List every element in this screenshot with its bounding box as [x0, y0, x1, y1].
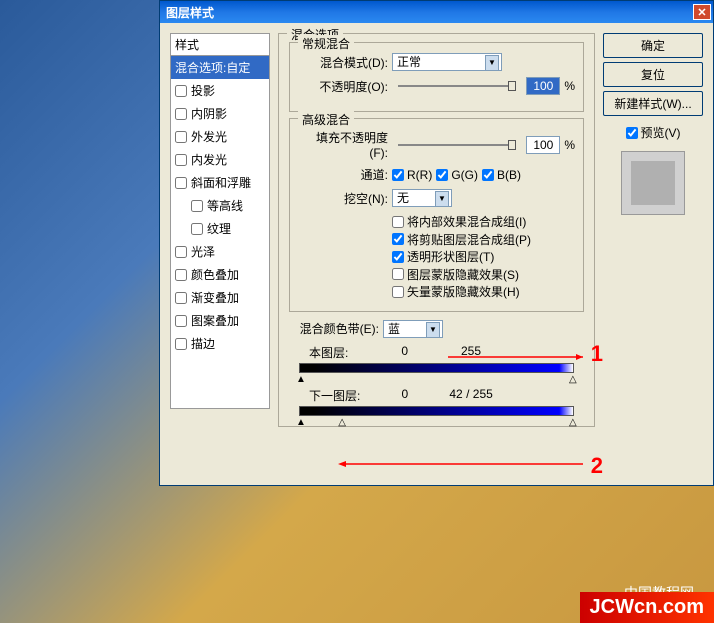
channel-g-checkbox[interactable]: G(G)	[436, 168, 478, 182]
opacity-input[interactable]: 100	[526, 77, 560, 95]
fill-opacity-slider[interactable]	[398, 144, 516, 146]
transparency-shapes-checkbox[interactable]: 透明形状图层(T)	[392, 248, 494, 265]
under-layer-split-marker[interactable]: △	[338, 417, 346, 425]
knockout-label: 挖空(N):	[298, 190, 388, 207]
under-layer-white-marker[interactable]: △	[569, 417, 577, 425]
buttons-column: 确定 复位 新建样式(W)... 预览(V)	[603, 33, 703, 475]
layer-mask-hide-checkbox[interactable]: 图层蒙版隐藏效果(S)	[392, 266, 519, 283]
style-stroke[interactable]: 描边	[171, 332, 269, 355]
blend-if-label: 混合颜色带(E):	[289, 320, 379, 337]
style-blending-options[interactable]: 混合选项:自定	[171, 56, 269, 79]
dialog-title: 图层样式	[166, 4, 214, 21]
style-texture[interactable]: 纹理	[171, 217, 269, 240]
layer-style-dialog: 图层样式 ✕ 样式 混合选项:自定 投影 内阴影 外发光 内发光 斜面和浮雕 等…	[159, 0, 714, 486]
opacity-label: 不透明度(O):	[298, 78, 388, 95]
inner-glow-checkbox[interactable]	[175, 154, 187, 166]
fill-opacity-label: 填充不透明度(F):	[298, 129, 388, 160]
title-bar[interactable]: 图层样式 ✕	[160, 1, 713, 23]
opacity-unit: %	[564, 79, 575, 93]
pattern-overlay-checkbox[interactable]	[175, 315, 187, 327]
outer-glow-checkbox[interactable]	[175, 131, 187, 143]
preview-checkbox[interactable]: 预览(V)	[603, 124, 703, 141]
under-layer-gradient[interactable]: ▲ △ △	[299, 406, 574, 416]
inner-shadow-checkbox[interactable]	[175, 108, 187, 120]
style-color-overlay[interactable]: 颜色叠加	[171, 263, 269, 286]
clipped-layers-checkbox[interactable]: 将剪贴图层混合成组(P)	[392, 231, 531, 248]
close-button[interactable]: ✕	[693, 4, 711, 20]
styles-header: 样式	[170, 33, 270, 55]
style-inner-shadow[interactable]: 内阴影	[171, 102, 269, 125]
options-column: 混合选项 常规混合 混合模式(D): 正常 不透明度(O): 100 %	[278, 33, 595, 475]
styles-list: 混合选项:自定 投影 内阴影 外发光 内发光 斜面和浮雕 等高线 纹理 光泽 颜…	[170, 55, 270, 409]
style-bevel-emboss[interactable]: 斜面和浮雕	[171, 171, 269, 194]
this-layer-white-marker[interactable]: △	[569, 374, 577, 382]
satin-checkbox[interactable]	[175, 246, 187, 258]
interior-effects-checkbox[interactable]: 将内部效果混合成组(I)	[392, 213, 526, 230]
general-blending-label: 常规混合	[298, 35, 354, 52]
channel-label: 通道:	[298, 166, 388, 183]
this-layer-label: 本图层:	[309, 344, 348, 361]
style-gradient-overlay[interactable]: 渐变叠加	[171, 286, 269, 309]
this-layer-high: 255	[461, 344, 481, 361]
contour-checkbox[interactable]	[191, 200, 203, 212]
channel-r-checkbox[interactable]: R(R)	[392, 168, 432, 182]
ok-button[interactable]: 确定	[603, 33, 703, 58]
under-layer-low: 0	[402, 387, 409, 404]
reset-button[interactable]: 复位	[603, 62, 703, 87]
annotation-2: 2	[591, 453, 603, 479]
opacity-slider[interactable]	[398, 85, 516, 87]
style-contour[interactable]: 等高线	[171, 194, 269, 217]
texture-checkbox[interactable]	[191, 223, 203, 235]
blend-mode-select[interactable]: 正常	[392, 53, 502, 71]
stroke-checkbox[interactable]	[175, 338, 187, 350]
style-satin[interactable]: 光泽	[171, 240, 269, 263]
blend-if-channel-select[interactable]: 蓝	[383, 320, 443, 338]
knockout-select[interactable]: 无	[392, 189, 452, 207]
watermark-logo: JCWcn.com	[580, 592, 714, 623]
drop-shadow-checkbox[interactable]	[175, 85, 187, 97]
style-outer-glow[interactable]: 外发光	[171, 125, 269, 148]
this-layer-gradient[interactable]: ▲ △	[299, 363, 574, 373]
bevel-emboss-checkbox[interactable]	[175, 177, 187, 189]
channel-b-checkbox[interactable]: B(B)	[482, 168, 521, 182]
vector-mask-hide-checkbox[interactable]: 矢量蒙版隐藏效果(H)	[392, 283, 520, 300]
under-layer-label: 下一图层:	[309, 387, 360, 404]
blend-mode-label: 混合模式(D):	[298, 54, 388, 71]
fill-opacity-input[interactable]: 100	[526, 136, 560, 154]
style-drop-shadow[interactable]: 投影	[171, 79, 269, 102]
gradient-overlay-checkbox[interactable]	[175, 292, 187, 304]
styles-column: 样式 混合选项:自定 投影 内阴影 外发光 内发光 斜面和浮雕 等高线 纹理 光…	[170, 33, 270, 475]
this-layer-low: 0	[401, 344, 408, 361]
arrow-2	[338, 458, 588, 472]
new-style-button[interactable]: 新建样式(W)...	[603, 91, 703, 116]
style-pattern-overlay[interactable]: 图案叠加	[171, 309, 269, 332]
color-overlay-checkbox[interactable]	[175, 269, 187, 281]
general-blending-fieldset: 常规混合 混合模式(D): 正常 不透明度(O): 100 %	[289, 42, 584, 112]
advanced-blending-fieldset: 高级混合 填充不透明度(F): 100 % 通道: R(R) G(G) B(B)	[289, 118, 584, 312]
style-inner-glow[interactable]: 内发光	[171, 148, 269, 171]
advanced-blending-label: 高级混合	[298, 111, 354, 128]
fill-opacity-unit: %	[564, 138, 575, 152]
blend-if-section: 混合颜色带(E): 蓝 本图层: 0 255 ▲ △	[289, 320, 584, 416]
preview-thumbnail	[621, 151, 685, 215]
blending-options-fieldset: 混合选项 常规混合 混合模式(D): 正常 不透明度(O): 100 %	[278, 33, 595, 427]
this-layer-black-marker[interactable]: ▲	[296, 374, 304, 382]
under-layer-black-marker[interactable]: ▲	[296, 417, 304, 425]
